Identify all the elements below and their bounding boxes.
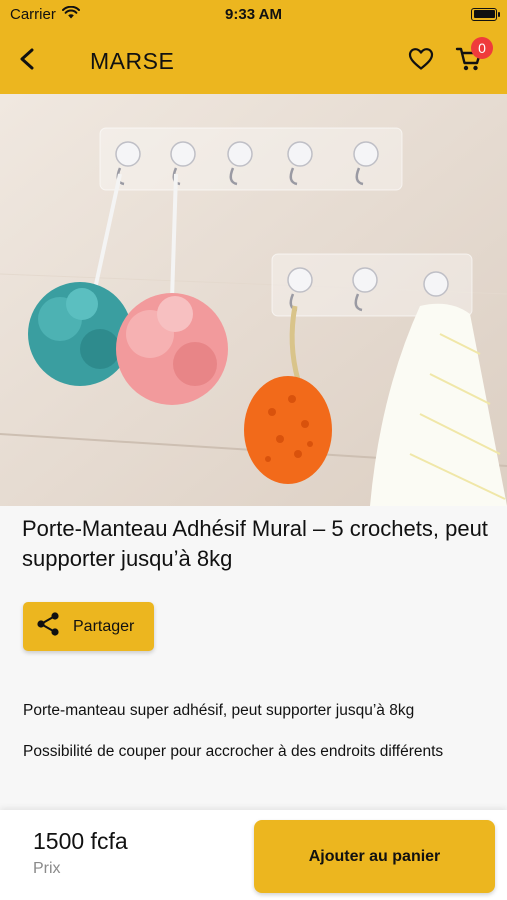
description-paragraph: Possibilité de couper pour accrocher à d… [23,743,444,760]
share-button[interactable]: Partager [23,602,154,651]
share-label: Partager [73,617,135,635]
cart-count-badge: 0 [471,37,493,59]
page-title: MARSE [90,47,175,74]
bottom-bar: 1500 fcfa Prix Ajouter au panier [0,810,507,900]
status-left: Carrier [10,5,80,23]
back-button[interactable] [0,28,56,94]
cart-button[interactable]: 0 [451,37,493,79]
status-bar: Carrier 9:33 AM [0,0,507,28]
header-actions: 0 [403,37,493,79]
add-to-cart-button[interactable]: Ajouter au panier [254,820,495,893]
battery-icon [471,7,500,21]
product-image [0,94,507,506]
product-description: Porte-manteau super adhésif, peut suppor… [23,700,485,782]
share-icon [35,611,61,642]
description-paragraph: Porte-manteau super adhésif, peut suppor… [23,702,415,719]
price-value: 1500 fcfa [33,828,128,854]
wifi-icon [61,5,80,23]
price-label: Prix [33,860,61,877]
heart-icon [408,47,434,76]
back-arrow-icon [18,48,38,75]
app-bar: MARSE 0 [0,28,507,94]
product-title: Porte-Manteau Adhésif Mural – 5 crochets… [22,516,488,571]
carrier-label: Carrier [10,5,56,23]
favorite-button[interactable] [403,43,439,79]
